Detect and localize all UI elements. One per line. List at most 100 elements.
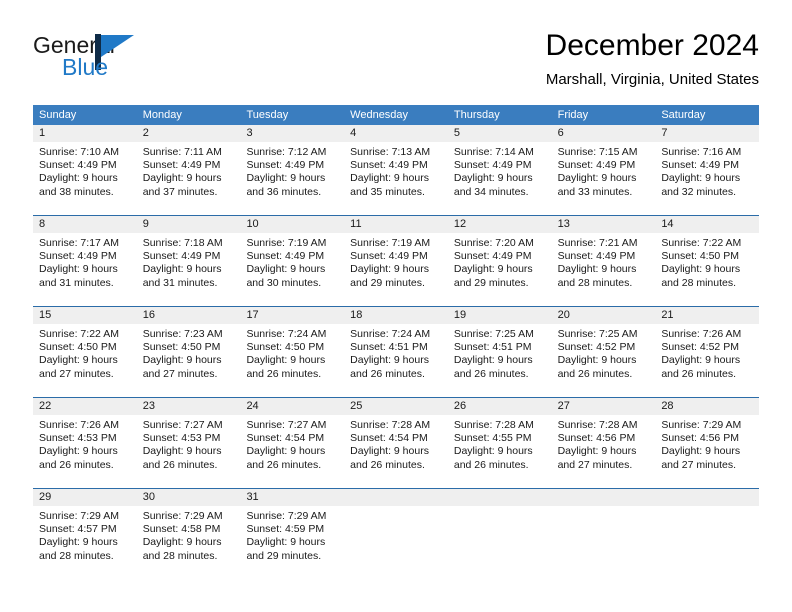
daylight-text-line1: Daylight: 9 hours bbox=[142, 172, 222, 185]
day-number: 8 bbox=[33, 216, 137, 233]
day-cell[interactable]: 14 Sunrise: 7:22 AM Sunset: 4:50 PM Dayligh… bbox=[655, 216, 760, 301]
sunrise-text: Sunrise: 7:16 AM bbox=[661, 146, 742, 158]
day-sun-info: Sunrise: 7:11 AM Sunset: 4:49 PM Daylight:… bbox=[137, 142, 241, 199]
daylight-text-line1: Daylight: 9 hours bbox=[557, 263, 637, 276]
day-cell[interactable]: 12 Sunrise: 7:20 AM Sunset: 4:49 PM Dayligh… bbox=[447, 216, 552, 301]
daylight-text-line2: and 26 minutes. bbox=[453, 367, 529, 380]
daylight-text-line2: and 28 minutes. bbox=[661, 276, 737, 289]
sunrise-text: Sunrise: 7:15 AM bbox=[557, 146, 638, 158]
sunrise-text: Sunrise: 7:14 AM bbox=[453, 146, 534, 158]
day-number: 31 bbox=[240, 489, 345, 506]
daylight-text-line1: Daylight: 9 hours bbox=[39, 536, 118, 549]
day-sun-info: Sunrise: 7:20 AM Sunset: 4:49 PM Daylight:… bbox=[448, 233, 552, 290]
day-cell[interactable]: 22 Sunrise: 7:26 AM Sunset: 4:53 PM Dayligh… bbox=[33, 398, 137, 483]
day-sun-info: Sunrise: 7:27 AM Sunset: 4:53 PM Daylight:… bbox=[137, 415, 241, 472]
day-number: 9 bbox=[136, 216, 241, 233]
day-sun-info: Sunrise: 7:25 AM Sunset: 4:51 PM Daylight:… bbox=[448, 324, 552, 381]
day-cell[interactable]: 15 Sunrise: 7:22 AM Sunset: 4:50 PM Dayligh… bbox=[33, 307, 137, 392]
day-sun-info: Sunrise: 7:28 AM Sunset: 4:56 PM Daylight:… bbox=[552, 415, 656, 472]
day-cell[interactable]: 6 Sunrise: 7:15 AM Sunset: 4:49 PM Daylight… bbox=[551, 125, 656, 210]
day-cell[interactable]: 26 Sunrise: 7:28 AM Sunset: 4:55 PM Dayligh… bbox=[447, 398, 552, 483]
day-number: 12 bbox=[447, 216, 552, 233]
day-cell[interactable]: 24 Sunrise: 7:27 AM Sunset: 4:54 PM Dayligh… bbox=[240, 398, 345, 483]
day-sun-info: Sunrise: 7:22 AM Sunset: 4:50 PM Daylight:… bbox=[655, 233, 759, 290]
daylight-text-line2: and 31 minutes. bbox=[39, 276, 114, 289]
day-cell[interactable]: 27 Sunrise: 7:28 AM Sunset: 4:56 PM Dayligh… bbox=[551, 398, 656, 483]
day-cell[interactable]: 16 Sunrise: 7:23 AM Sunset: 4:50 PM Dayligh… bbox=[136, 307, 241, 392]
weekday-header-sunday: Sunday bbox=[39, 109, 77, 121]
daylight-text-line1: Daylight: 9 hours bbox=[557, 354, 637, 367]
day-sun-info: Sunrise: 7:27 AM Sunset: 4:54 PM Daylight:… bbox=[240, 415, 344, 472]
daylight-text-line1: Daylight: 9 hours bbox=[350, 172, 429, 185]
day-cell[interactable]: 30 Sunrise: 7:29 AM Sunset: 4:58 PM Dayligh… bbox=[136, 489, 241, 574]
sunset-text: Sunset: 4:49 PM bbox=[453, 250, 532, 263]
sunset-text: Sunset: 4:53 PM bbox=[142, 432, 221, 445]
daylight-text-line1: Daylight: 9 hours bbox=[246, 536, 326, 549]
day-cell[interactable]: 1 Sunrise: 7:10 AM Sunset: 4:49 PM Daylight… bbox=[33, 125, 137, 210]
day-number: 2 bbox=[136, 125, 241, 142]
day-sun-info bbox=[448, 506, 552, 510]
calendar-week-row: 15 Sunrise: 7:22 AM Sunset: 4:50 PM Dayligh… bbox=[33, 306, 760, 392]
day-cell[interactable]: 31 Sunrise: 7:29 AM Sunset: 4:59 PM Dayligh… bbox=[240, 489, 345, 574]
sunset-text: Sunset: 4:49 PM bbox=[661, 159, 739, 172]
day-cell[interactable]: 9 Sunrise: 7:18 AM Sunset: 4:49 PM Daylight… bbox=[136, 216, 241, 301]
daylight-text-line2: and 26 minutes. bbox=[39, 458, 114, 471]
weekday-header-friday: Friday bbox=[557, 109, 589, 121]
calendar-week-row: 1 Sunrise: 7:10 AM Sunset: 4:49 PM Daylight… bbox=[33, 125, 760, 210]
day-number: 15 bbox=[33, 307, 137, 324]
day-cell[interactable]: 21 Sunrise: 7:26 AM Sunset: 4:52 PM Dayligh… bbox=[655, 307, 760, 392]
sunset-text: Sunset: 4:49 PM bbox=[246, 159, 325, 172]
day-number: 7 bbox=[655, 125, 760, 142]
day-number: 11 bbox=[344, 216, 448, 233]
sunset-text: Sunset: 4:56 PM bbox=[661, 432, 739, 445]
day-cell[interactable]: 8 Sunrise: 7:17 AM Sunset: 4:49 PM Daylight… bbox=[33, 216, 137, 301]
sunset-text: Sunset: 4:49 PM bbox=[39, 159, 117, 172]
day-cell[interactable]: 20 Sunrise: 7:25 AM Sunset: 4:52 PM Dayligh… bbox=[551, 307, 656, 392]
day-sun-info: Sunrise: 7:15 AM Sunset: 4:49 PM Daylight:… bbox=[552, 142, 656, 199]
day-sun-info: Sunrise: 7:29 AM Sunset: 4:59 PM Daylight:… bbox=[240, 506, 344, 563]
calendar-grid: Sunday Monday Tuesday Wednesday Thursday Frid… bbox=[33, 105, 760, 574]
day-cell[interactable]: 2 Sunrise: 7:11 AM Sunset: 4:49 PM Daylight… bbox=[136, 125, 241, 210]
day-cell[interactable]: 11 Sunrise: 7:19 AM Sunset: 4:49 PM Dayligh… bbox=[344, 216, 448, 301]
day-number bbox=[447, 489, 552, 506]
sunset-text: Sunset: 4:49 PM bbox=[142, 159, 221, 172]
daylight-text-line2: and 26 minutes. bbox=[246, 458, 322, 471]
day-cell[interactable]: 13 Sunrise: 7:21 AM Sunset: 4:49 PM Dayligh… bbox=[551, 216, 656, 301]
sunrise-text: Sunrise: 7:12 AM bbox=[246, 146, 327, 158]
day-number: 25 bbox=[344, 398, 448, 415]
brand-logo[interactable]: General Blue bbox=[33, 32, 263, 88]
day-cell[interactable]: 10 Sunrise: 7:19 AM Sunset: 4:49 PM Dayligh… bbox=[240, 216, 345, 301]
sunset-text: Sunset: 4:56 PM bbox=[557, 432, 636, 445]
day-cell[interactable]: 29 Sunrise: 7:29 AM Sunset: 4:57 PM Dayligh… bbox=[33, 489, 137, 574]
sunrise-text: Sunrise: 7:21 AM bbox=[557, 237, 638, 249]
daylight-text-line2: and 27 minutes. bbox=[39, 367, 114, 380]
day-cell[interactable]: 4 Sunrise: 7:13 AM Sunset: 4:49 PM Daylight… bbox=[344, 125, 448, 210]
day-sun-info: Sunrise: 7:23 AM Sunset: 4:50 PM Daylight:… bbox=[137, 324, 241, 381]
sunrise-text: Sunrise: 7:11 AM bbox=[142, 146, 222, 158]
day-cell[interactable]: 17 Sunrise: 7:24 AM Sunset: 4:50 PM Dayligh… bbox=[240, 307, 345, 392]
weekday-header-tuesday: Tuesday bbox=[246, 109, 289, 121]
day-cell[interactable]: 5 Sunrise: 7:14 AM Sunset: 4:49 PM Daylight… bbox=[447, 125, 552, 210]
day-cell[interactable]: 25 Sunrise: 7:28 AM Sunset: 4:54 PM Dayligh… bbox=[344, 398, 448, 483]
day-cell[interactable]: 23 Sunrise: 7:27 AM Sunset: 4:53 PM Dayligh… bbox=[136, 398, 241, 483]
day-sun-info: Sunrise: 7:13 AM Sunset: 4:49 PM Daylight:… bbox=[344, 142, 448, 199]
calendar-page: General Blue December 2024 Marshall, Vir… bbox=[0, 0, 792, 612]
day-number: 27 bbox=[551, 398, 656, 415]
day-cell[interactable]: 28 Sunrise: 7:29 AM Sunset: 4:56 PM Dayligh… bbox=[655, 398, 760, 483]
day-number: 19 bbox=[447, 307, 552, 324]
day-cell[interactable]: 18 Sunrise: 7:24 AM Sunset: 4:51 PM Dayligh… bbox=[344, 307, 448, 392]
calendar-week-row: 8 Sunrise: 7:17 AM Sunset: 4:49 PM Daylight… bbox=[33, 215, 760, 301]
daylight-text-line1: Daylight: 9 hours bbox=[453, 172, 533, 185]
sunset-text: Sunset: 4:51 PM bbox=[453, 341, 532, 354]
day-sun-info: Sunrise: 7:10 AM Sunset: 4:49 PM Daylight:… bbox=[33, 142, 137, 199]
day-cell[interactable]: 19 Sunrise: 7:25 AM Sunset: 4:51 PM Dayligh… bbox=[447, 307, 552, 392]
daylight-text-line1: Daylight: 9 hours bbox=[39, 263, 118, 276]
daylight-text-line2: and 26 minutes. bbox=[350, 458, 425, 471]
daylight-text-line1: Daylight: 9 hours bbox=[453, 354, 533, 367]
day-cell[interactable]: 7 Sunrise: 7:16 AM Sunset: 4:49 PM Daylight… bbox=[655, 125, 760, 210]
calendar-week-row: 29 Sunrise: 7:29 AM Sunset: 4:57 PM Dayligh… bbox=[33, 488, 760, 574]
day-cell[interactable]: 3 Sunrise: 7:12 AM Sunset: 4:49 PM Daylight… bbox=[240, 125, 345, 210]
daylight-text-line2: and 32 minutes. bbox=[661, 185, 737, 198]
day-cell-empty bbox=[655, 489, 760, 574]
sunset-text: Sunset: 4:59 PM bbox=[246, 523, 325, 536]
